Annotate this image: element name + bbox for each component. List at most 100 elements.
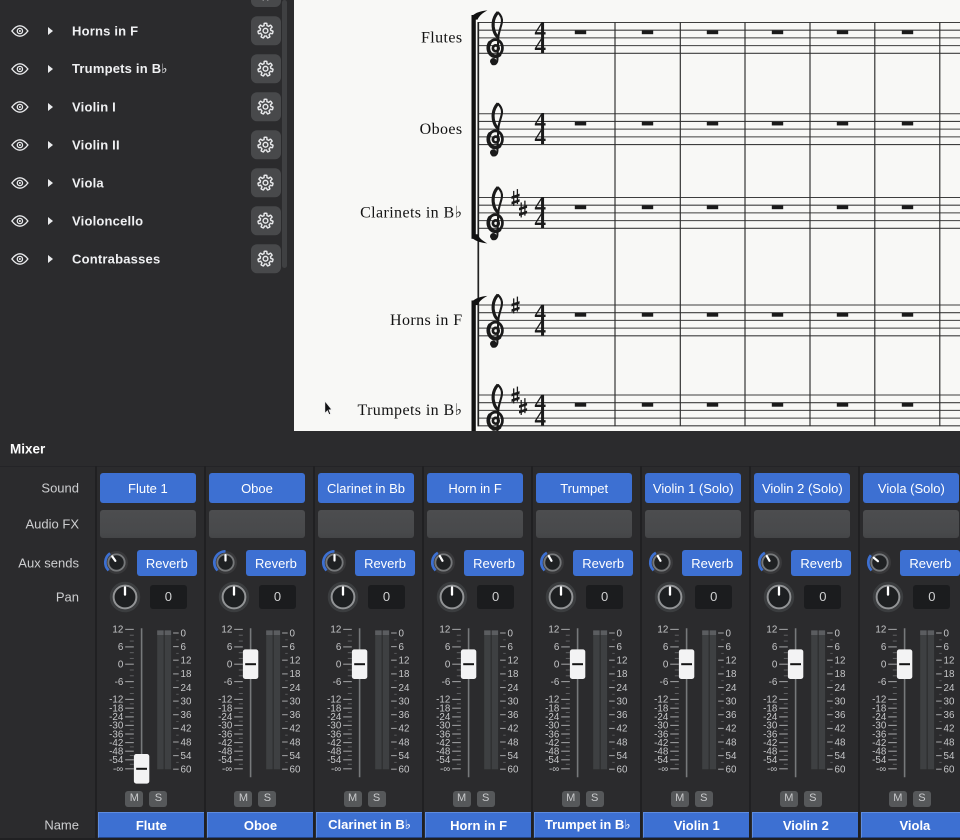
mute-button[interactable]: M [125, 791, 143, 808]
audio-fx-slot[interactable] [318, 510, 414, 538]
pan-knob[interactable] [216, 579, 252, 615]
instrument-settings-button[interactable] [251, 16, 281, 46]
aux-send-button[interactable]: Reverb [464, 550, 524, 576]
fader-and-meter[interactable]: 1260-6-12-18-24-30-36-42-48-54-∞06121824… [533, 618, 643, 790]
visibility-eye-icon[interactable] [11, 252, 29, 266]
aux-send-button[interactable]: Reverb [682, 550, 742, 576]
solo-button[interactable]: S [695, 791, 713, 808]
instrument-settings-button-partial[interactable] [251, 0, 281, 7]
fader-and-meter[interactable]: 1260-6-12-18-24-30-36-42-48-54-∞06121824… [206, 618, 316, 790]
solo-button[interactable]: S [477, 791, 495, 808]
mute-button[interactable]: M [562, 791, 580, 808]
solo-button[interactable]: S [586, 791, 604, 808]
pan-knob[interactable] [543, 579, 579, 615]
pan-value[interactable]: 0 [804, 585, 841, 610]
aux-send-button[interactable]: Reverb [791, 550, 851, 576]
instrument-row[interactable]: Violin I [0, 88, 294, 126]
visibility-eye-icon[interactable] [11, 100, 29, 114]
track-name[interactable]: Viola [861, 812, 960, 838]
audio-fx-slot[interactable] [536, 510, 632, 538]
visibility-eye-icon[interactable] [11, 24, 29, 38]
instrument-name[interactable]: Violoncello [72, 213, 143, 228]
instrument-settings-button[interactable] [251, 244, 281, 274]
sound-button[interactable]: Flute 1 [100, 473, 196, 503]
mute-button[interactable]: M [234, 791, 252, 808]
pan-value[interactable]: 0 [913, 585, 950, 610]
instrument-settings-button[interactable] [251, 54, 281, 84]
sound-button[interactable]: Oboe [209, 473, 305, 503]
audio-fx-slot[interactable] [754, 510, 850, 538]
mute-button[interactable]: M [671, 791, 689, 808]
sound-button[interactable]: Viola (Solo) [863, 473, 959, 503]
instrument-name[interactable]: Horns in F [72, 23, 138, 38]
audio-fx-slot[interactable] [209, 510, 305, 538]
expand-caret-icon[interactable] [48, 65, 53, 73]
pan-value[interactable]: 0 [259, 585, 296, 610]
visibility-eye-icon[interactable] [11, 176, 29, 190]
mute-button[interactable]: M [344, 791, 362, 808]
audio-fx-slot[interactable] [863, 510, 959, 538]
pan-value[interactable]: 0 [695, 585, 732, 610]
visibility-eye-icon[interactable] [11, 138, 29, 152]
aux-send-knob[interactable] [537, 547, 568, 578]
fader-and-meter[interactable]: 1260-6-12-18-24-30-36-42-48-54-∞06121824… [424, 618, 534, 790]
score-view[interactable]: 44Flutes44Oboes44Clarinets in B♭44Horns … [294, 0, 960, 431]
instrument-row[interactable]: Viola [0, 164, 294, 202]
instrument-settings-button[interactable] [251, 92, 281, 122]
instrument-row[interactable]: Contrabasses [0, 240, 294, 278]
pan-value[interactable]: 0 [477, 585, 514, 610]
track-name[interactable]: Trumpet in B♭ [534, 812, 641, 838]
aux-send-knob[interactable] [864, 547, 895, 578]
fader-and-meter[interactable]: 1260-6-12-18-24-30-36-42-48-54-∞06121824… [97, 618, 207, 790]
solo-button[interactable]: S [368, 791, 386, 808]
expand-caret-icon[interactable] [48, 217, 53, 225]
instrument-settings-button[interactable] [251, 206, 281, 236]
instrument-settings-button[interactable] [251, 168, 281, 198]
expand-caret-icon[interactable] [48, 103, 53, 111]
pan-knob[interactable] [325, 579, 361, 615]
instrument-row[interactable]: Horns in F [0, 12, 294, 50]
track-name[interactable]: Oboe [207, 812, 314, 838]
aux-send-knob[interactable] [428, 547, 459, 578]
solo-button[interactable]: S [804, 791, 822, 808]
aux-send-knob[interactable] [101, 547, 132, 578]
instrument-name[interactable]: Trumpets in B♭ [72, 61, 168, 77]
fader-and-meter[interactable]: 1260-6-12-18-24-30-36-42-48-54-∞06121824… [860, 618, 960, 790]
sound-button[interactable]: Clarinet in Bb [318, 473, 414, 503]
audio-fx-slot[interactable] [645, 510, 741, 538]
sound-button[interactable]: Horn in F [427, 473, 523, 503]
track-name[interactable]: Flute [98, 812, 205, 838]
pan-knob[interactable] [870, 579, 906, 615]
pan-knob[interactable] [107, 579, 143, 615]
instrument-row[interactable]: Trumpets in B♭ [0, 50, 294, 88]
pan-knob[interactable] [434, 579, 470, 615]
fader-and-meter[interactable]: 1260-6-12-18-24-30-36-42-48-54-∞06121824… [642, 618, 752, 790]
pan-value[interactable]: 0 [150, 585, 187, 610]
aux-send-knob[interactable] [755, 547, 786, 578]
audio-fx-slot[interactable] [427, 510, 523, 538]
solo-button[interactable]: S [913, 791, 931, 808]
instrument-name[interactable]: Viola [72, 175, 104, 190]
aux-send-button[interactable]: Reverb [246, 550, 306, 576]
aux-send-button[interactable]: Reverb [355, 550, 415, 576]
aux-send-button[interactable]: Reverb [573, 550, 633, 576]
aux-send-button[interactable]: Reverb [137, 550, 197, 576]
pan-value[interactable]: 0 [586, 585, 623, 610]
aux-send-knob[interactable] [210, 547, 241, 578]
instrument-name[interactable]: Violin II [72, 137, 120, 152]
mute-button[interactable]: M [780, 791, 798, 808]
track-name[interactable]: Clarinet in B♭ [316, 812, 423, 838]
visibility-eye-icon[interactable] [11, 214, 29, 228]
sound-button[interactable]: Violin 2 (Solo) [754, 473, 850, 503]
solo-button[interactable]: S [258, 791, 276, 808]
audio-fx-slot[interactable] [100, 510, 196, 538]
solo-button[interactable]: S [149, 791, 167, 808]
fader-and-meter[interactable]: 1260-6-12-18-24-30-36-42-48-54-∞06121824… [751, 618, 861, 790]
mute-button[interactable]: M [889, 791, 907, 808]
pan-knob[interactable] [652, 579, 688, 615]
aux-send-button[interactable]: Reverb [900, 550, 960, 576]
track-name[interactable]: Violin 2 [752, 812, 859, 838]
pan-value[interactable]: 0 [368, 585, 405, 610]
track-name[interactable]: Horn in F [425, 812, 532, 838]
expand-caret-icon[interactable] [48, 141, 53, 149]
